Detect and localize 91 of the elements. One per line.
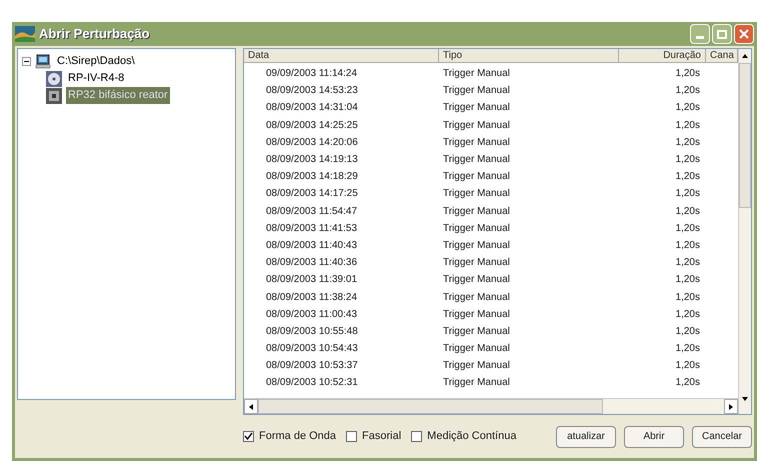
table-cell: Trigger Manual bbox=[443, 206, 510, 217]
table-cell: Trigger Manual bbox=[443, 188, 510, 200]
table-cell: 08/09/2003 14:17:25 bbox=[266, 188, 358, 200]
table-cell: 1,20s bbox=[676, 102, 700, 114]
table-cell: 08/09/2003 10:53:37 bbox=[266, 360, 358, 372]
table-cell: 08/09/2003 11:39:01 bbox=[266, 274, 358, 286]
tree-item[interactable]: RP-IV-R4-8 bbox=[66, 70, 126, 87]
table-cell: 1,20s bbox=[676, 85, 700, 96]
table-cell: 1,20s bbox=[676, 343, 700, 354]
table-cell: 08/09/2003 11:54:47 bbox=[266, 206, 358, 217]
table-cell: 09/09/2003 11:14:24 bbox=[266, 68, 358, 80]
table-cell: Trigger Manual bbox=[443, 120, 510, 131]
disc-icon bbox=[46, 70, 62, 86]
table-cell: 1,20s bbox=[676, 154, 700, 166]
scroll-right-icon bbox=[729, 404, 733, 410]
table-cell: 08/09/2003 11:00:43 bbox=[266, 308, 358, 320]
table-cell: 1,20s bbox=[676, 240, 700, 251]
table-cell: 1,20s bbox=[676, 257, 700, 268]
table-cell: 1,20s bbox=[676, 188, 700, 200]
table-cell: Trigger Manual bbox=[443, 171, 510, 182]
open-button[interactable]: Abrir bbox=[624, 426, 684, 448]
minimize-button[interactable] bbox=[690, 24, 710, 44]
vertical-scrollbar[interactable] bbox=[738, 49, 751, 414]
column-header[interactable]: Data bbox=[244, 49, 439, 63]
table-cell: 1,20s bbox=[676, 136, 700, 148]
chip-icon bbox=[46, 88, 62, 104]
table-cell: 08/09/2003 11:41:53 bbox=[266, 222, 358, 234]
table-cell: 08/09/2003 14:20:06 bbox=[266, 136, 358, 148]
checkbox-label[interactable]: Medição Contínua bbox=[427, 428, 516, 445]
table-cell: 08/09/2003 11:40:36 bbox=[266, 257, 358, 268]
checkbox-label[interactable]: Fasorial bbox=[362, 428, 402, 445]
table-cell: 1,20s bbox=[676, 68, 700, 80]
table-cell: Trigger Manual bbox=[443, 326, 510, 337]
table-cell: Trigger Manual bbox=[443, 360, 510, 372]
table-cell: 08/09/2003 11:38:24 bbox=[266, 292, 358, 303]
table-cell: Trigger Manual bbox=[443, 257, 510, 268]
table-cell: 08/09/2003 14:25:25 bbox=[266, 120, 358, 131]
collapse-icon[interactable] bbox=[22, 57, 31, 66]
table-cell: 08/09/2003 10:55:48 bbox=[266, 326, 358, 337]
table-cell: 1,20s bbox=[676, 222, 700, 234]
table-cell: 08/09/2003 11:40:43 bbox=[266, 240, 358, 251]
table-cell: 08/09/2003 10:52:31 bbox=[266, 377, 358, 388]
scroll-thumb[interactable] bbox=[739, 63, 751, 208]
table-cell: 08/09/2003 14:18:29 bbox=[266, 171, 358, 182]
close-button[interactable] bbox=[734, 24, 754, 44]
table-cell: Trigger Manual bbox=[443, 343, 510, 354]
column-header[interactable]: Duração bbox=[619, 49, 706, 63]
table-cell: 08/09/2003 14:19:13 bbox=[266, 154, 358, 166]
maximize-icon bbox=[717, 30, 727, 38]
table-cell: Trigger Manual bbox=[443, 222, 510, 234]
table-cell: 1,20s bbox=[676, 360, 700, 372]
table-cell: 08/09/2003 14:53:23 bbox=[266, 85, 358, 96]
computer-icon bbox=[35, 54, 51, 69]
table-cell: Trigger Manual bbox=[443, 85, 510, 96]
scroll-thumb[interactable] bbox=[258, 399, 603, 414]
table-cell: Trigger Manual bbox=[443, 308, 510, 320]
table-cell: 1,20s bbox=[676, 377, 700, 388]
refresh-button[interactable]: atualizar bbox=[556, 426, 616, 448]
table-cell: Trigger Manual bbox=[443, 292, 510, 303]
checkbox[interactable] bbox=[346, 431, 358, 442]
close-icon bbox=[739, 29, 749, 39]
table-cell: Trigger Manual bbox=[443, 274, 510, 286]
table-cell: 1,20s bbox=[676, 308, 700, 320]
table-cell: Trigger Manual bbox=[443, 154, 510, 166]
cancel-button[interactable]: Cancelar bbox=[692, 426, 752, 448]
table-cell: 08/09/2003 14:31:04 bbox=[266, 102, 358, 114]
table-cell: 1,20s bbox=[676, 326, 700, 337]
tree-item[interactable]: C:\Sirep\Dados\ bbox=[55, 53, 137, 70]
table-cell: Trigger Manual bbox=[443, 102, 510, 114]
table-cell: 1,20s bbox=[676, 206, 700, 217]
table-cell: 1,20s bbox=[676, 292, 700, 303]
window-title: Abrir Perturbação bbox=[39, 25, 150, 44]
table-cell: 1,20s bbox=[676, 171, 700, 182]
scroll-up-icon bbox=[742, 54, 748, 58]
checkbox[interactable] bbox=[411, 431, 422, 442]
scroll-down-icon bbox=[742, 397, 748, 401]
scroll-left-icon bbox=[249, 404, 253, 410]
table-cell: 08/09/2003 10:54:43 bbox=[266, 343, 358, 354]
horizontal-scrollbar[interactable] bbox=[244, 398, 738, 414]
table-cell: Trigger Manual bbox=[443, 377, 510, 388]
maximize-button[interactable] bbox=[712, 24, 732, 44]
app-icon bbox=[15, 26, 35, 42]
column-header[interactable]: Tipo bbox=[439, 49, 619, 63]
checkbox-label[interactable]: Forma de Onda bbox=[259, 428, 336, 445]
table-cell: 1,20s bbox=[676, 120, 700, 131]
table-cell: Trigger Manual bbox=[443, 68, 510, 80]
minimize-icon bbox=[696, 36, 704, 39]
table-cell: Trigger Manual bbox=[443, 136, 510, 148]
checkbox[interactable] bbox=[243, 431, 254, 442]
table-cell: Trigger Manual bbox=[443, 240, 510, 251]
table-cell: 1,20s bbox=[676, 274, 700, 286]
